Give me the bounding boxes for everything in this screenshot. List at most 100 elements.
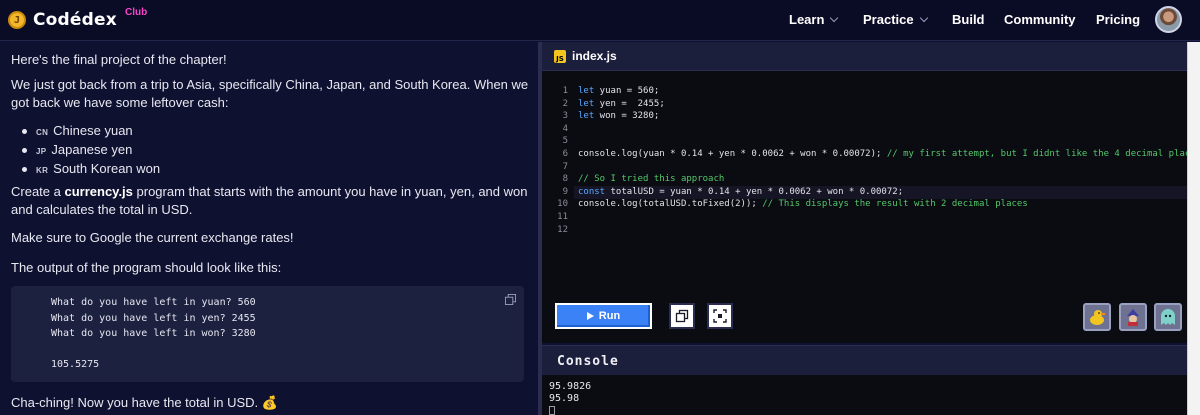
code-token: console.log(totalUSD.toFixed(2)); <box>578 199 763 210</box>
code-line[interactable]: const totalUSD = yuan * 0.14 + yen * 0.0… <box>578 187 1200 200</box>
list-item: JP Japanese yen <box>22 141 160 160</box>
code-line[interactable]: console.log(yuan * 0.14 + yen * 0.0062 +… <box>578 149 1200 162</box>
code-line[interactable]: let yen = 2455; <box>578 99 1200 112</box>
code-token: totalUSD = yuan * 0.14 + yen * 0.0062 + … <box>605 186 904 197</box>
tab-index-js[interactable]: index.js <box>572 49 617 63</box>
duck-pet-icon[interactable] <box>1083 303 1111 331</box>
line-number: 11 <box>557 211 568 222</box>
code-line[interactable]: // So I tried this approach <box>578 174 1200 187</box>
logo-text[interactable]: Codédex <box>33 10 117 30</box>
code-keyword: let <box>578 86 595 96</box>
top-navbar: J Codédex Club Learn Practice Build Comm… <box>0 0 1200 41</box>
lesson-google-line: Make sure to Google the current exchange… <box>11 230 294 245</box>
code-line[interactable] <box>578 124 1200 137</box>
flag-cn-icon: CN <box>36 128 49 137</box>
code-line[interactable] <box>578 136 1200 149</box>
code-line[interactable] <box>578 212 1200 225</box>
lesson-output-line: The output of the program should look li… <box>11 260 282 275</box>
code-line[interactable] <box>578 225 1200 238</box>
money-bag-icon: 💰 <box>261 395 278 410</box>
code-comment: // my first attempt, but I didnt like th… <box>886 148 1200 159</box>
line-number: 3 <box>562 111 568 122</box>
lesson-trip-line1: We just got back from a trip to Asia, sp… <box>11 77 529 92</box>
nav-practice[interactable]: Practice <box>863 12 928 27</box>
fullscreen-button[interactable] <box>707 303 733 329</box>
code-comment: // So I tried this approach <box>578 174 725 185</box>
console-line: 95.9826 <box>549 381 592 392</box>
nav-build[interactable]: Build <box>952 12 985 27</box>
nav-learn[interactable]: Learn <box>789 12 839 27</box>
code-keyword: const <box>578 186 606 197</box>
line-number: 8 <box>562 174 568 185</box>
code-token: ; <box>659 98 665 109</box>
code-token: 560 <box>637 86 654 96</box>
list-item: CN Chinese yuan <box>22 122 160 141</box>
code-comment: // This displays the result with 2 decim… <box>762 199 1028 210</box>
currency-label: Chinese yuan <box>53 123 133 138</box>
code-token: console.log(yuan * 0.14 + yen * 0.0062 +… <box>578 148 887 159</box>
console-cursor[interactable] <box>549 406 555 415</box>
copy-icon[interactable] <box>505 294 516 305</box>
nav-community-label: Community <box>1004 12 1076 27</box>
code-keyword: let <box>578 98 595 109</box>
copy-code-button[interactable] <box>669 303 695 329</box>
line-number: 6 <box>562 148 568 159</box>
line-number: 1 <box>562 86 568 96</box>
lesson-closing: Cha-ching! Now you have the total in USD… <box>11 394 278 412</box>
code-line[interactable]: let yuan = 560; <box>578 86 1200 99</box>
console-title: Console <box>557 354 619 369</box>
user-avatar[interactable] <box>1155 6 1182 33</box>
create-pre: Create a <box>11 184 65 199</box>
line-number: 2 <box>562 98 568 109</box>
list-item: KR South Korean won <box>22 160 160 179</box>
ghost-icon <box>1161 309 1175 325</box>
code-line[interactable]: console.log(totalUSD.toFixed(2)); // Thi… <box>578 199 1200 212</box>
run-label: Run <box>598 310 621 322</box>
lesson-create-line1: Create a currency.js program that starts… <box>11 183 527 201</box>
code-line[interactable] <box>578 162 1200 175</box>
line-number: 5 <box>562 136 568 147</box>
sample-output-block: What do you have left in yuan? 560 What … <box>11 286 524 382</box>
js-file-icon: JS <box>554 50 566 63</box>
nav-build-label: Build <box>952 12 985 27</box>
console-line: 95.98 <box>549 393 580 404</box>
nav-community[interactable]: Community <box>1004 12 1076 27</box>
console-header: Console <box>542 345 1187 375</box>
flag-kr-icon: KR <box>36 166 49 175</box>
right-scrollbar[interactable] <box>1187 42 1200 415</box>
flag-jp-icon: JP <box>36 147 47 156</box>
nav-pricing-label: Pricing <box>1096 12 1141 27</box>
code-token: yen = <box>594 98 638 109</box>
code-token: yuan = <box>594 86 638 96</box>
code-token: 2455 <box>637 98 660 109</box>
create-post: program that starts with the amount you … <box>132 184 528 199</box>
ghost-pet-icon[interactable] <box>1154 303 1182 331</box>
lesson-trip-line2: got back we have some leftover cash: <box>11 95 229 110</box>
codedex-coin-icon[interactable]: J <box>8 11 26 29</box>
code-keyword: let <box>578 111 595 122</box>
chevron-down-icon <box>830 13 839 23</box>
expand-icon <box>713 309 727 323</box>
copy-icon <box>675 309 689 323</box>
play-icon <box>586 312 594 320</box>
line-number: 4 <box>562 123 568 134</box>
lesson-intro: Here's the final project of the chapter! <box>11 52 227 67</box>
nav-learn-label: Learn <box>789 12 825 27</box>
code-line[interactable]: let won = 3280; <box>578 111 1200 124</box>
lesson-panel: Here's the final project of the chapter!… <box>0 42 538 415</box>
code-lines[interactable]: let yuan = 560; let yen = 2455; let won = … <box>578 86 1200 237</box>
duck-icon <box>1090 310 1105 325</box>
line-number: 7 <box>562 161 568 172</box>
wizard-icon <box>1127 309 1139 326</box>
club-badge: Club <box>125 7 148 18</box>
wizard-pet-icon[interactable] <box>1119 303 1147 331</box>
run-button[interactable]: Run <box>555 303 652 329</box>
currency-label: South Korean won <box>53 161 161 176</box>
line-number: 10 <box>557 199 568 210</box>
code-token: won = <box>594 111 633 122</box>
code-token: ; <box>653 86 660 96</box>
currency-list: CN Chinese yuan JP Japanese yen KR South Ko… <box>22 122 160 179</box>
closing-text: Cha-ching! Now you have the total in USD… <box>11 395 259 410</box>
lesson-create-line2: and calculates the total in USD. <box>11 202 193 217</box>
nav-pricing[interactable]: Pricing <box>1096 12 1140 27</box>
